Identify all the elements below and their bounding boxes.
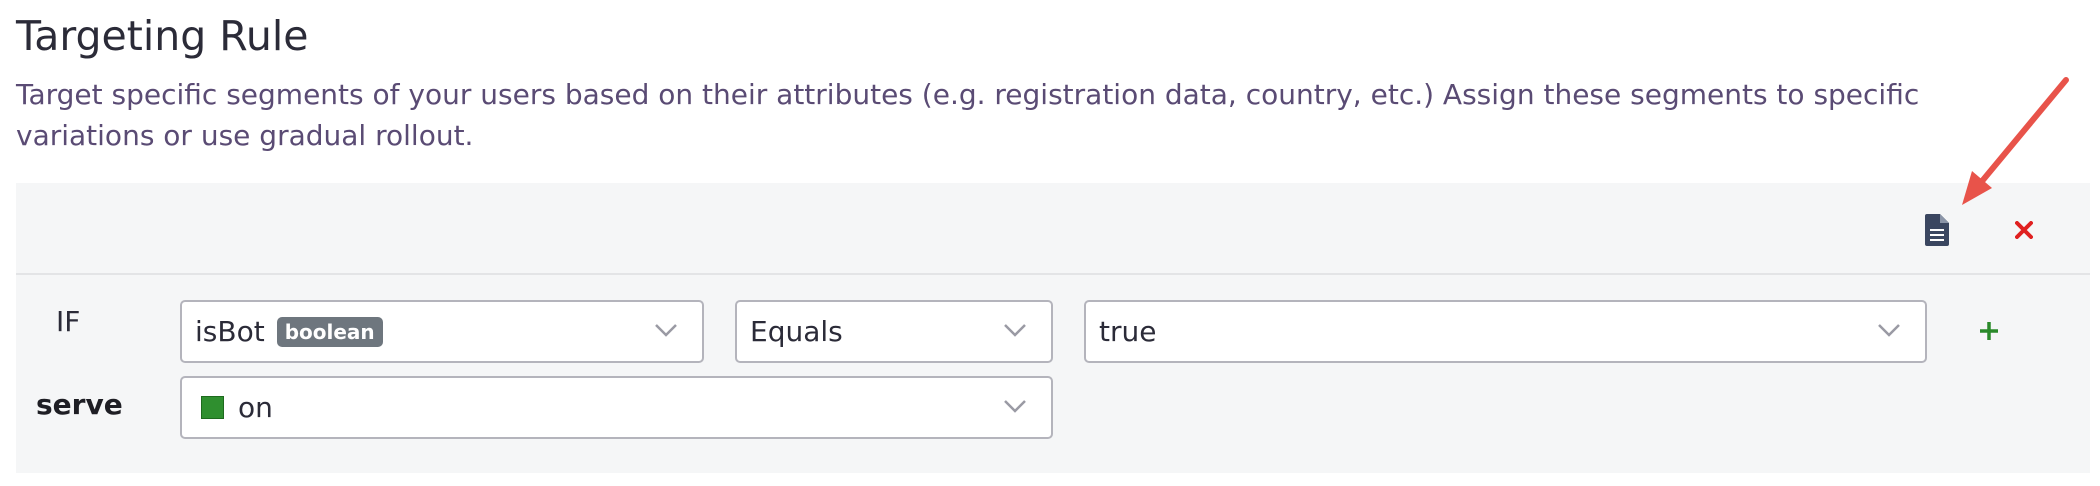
plus-icon bbox=[1980, 322, 1998, 340]
close-icon bbox=[2015, 221, 2033, 239]
rule-header bbox=[16, 183, 2090, 275]
chevron-down-icon bbox=[655, 324, 677, 337]
page-description: Target specific segments of your users b… bbox=[16, 78, 1920, 152]
chevron-down-icon bbox=[1004, 400, 1026, 413]
add-condition-button[interactable] bbox=[1969, 311, 2009, 351]
condition-value: true bbox=[1099, 315, 1157, 348]
targeting-rule-panel: IF isBot boolean Equals true serve on bbox=[16, 183, 2090, 473]
attribute-value: isBot bbox=[195, 315, 265, 348]
document-icon bbox=[1925, 214, 1949, 246]
value-select[interactable]: true bbox=[1084, 300, 1927, 363]
document-button[interactable] bbox=[1914, 207, 1960, 253]
serve-variation-select[interactable]: on bbox=[180, 376, 1053, 439]
attribute-type-badge: boolean bbox=[276, 316, 383, 347]
operator-select[interactable]: Equals bbox=[735, 300, 1053, 363]
operator-value: Equals bbox=[750, 315, 843, 348]
serve-label: serve bbox=[36, 388, 123, 421]
chevron-down-icon bbox=[1004, 324, 1026, 337]
page-title: Targeting Rule bbox=[16, 12, 309, 60]
chevron-down-icon bbox=[1878, 324, 1900, 337]
variation-value: on bbox=[238, 391, 273, 424]
attribute-select[interactable]: isBot boolean bbox=[180, 300, 704, 363]
delete-rule-button[interactable] bbox=[2001, 207, 2047, 253]
if-label: IF bbox=[56, 305, 81, 338]
variation-color-swatch bbox=[201, 396, 224, 419]
